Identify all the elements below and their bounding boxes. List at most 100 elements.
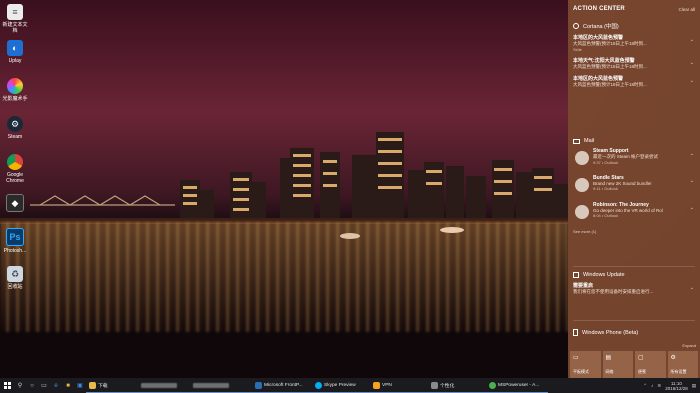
desktop-icon-label: Uplay [8, 58, 22, 64]
chevron-down-icon[interactable]: ⌄ [690, 205, 694, 211]
edge-icon: e [54, 382, 58, 389]
expand-button[interactable]: Expand [682, 343, 696, 348]
recycle-bin-icon: ♻ [7, 266, 23, 282]
chevron-down-icon[interactable]: ⌄ [690, 78, 694, 84]
pinned-store[interactable]: ▣ [74, 378, 86, 393]
app-icon: ◆ [6, 194, 24, 212]
mail-meta: 9:11 • Outlook [593, 186, 618, 191]
mail-header[interactable]: Mail [573, 138, 695, 144]
desktop-icon-chrome[interactable]: Google Chrome [2, 154, 28, 184]
see-more-link[interactable]: See more (1) [573, 229, 695, 234]
avatar [575, 205, 589, 219]
windows-update-notification[interactable]: 需要重启 我们将在您不使用设备时安排重启进行... ⌄ [573, 282, 695, 295]
taskbar-app-downloads[interactable]: 下载 [86, 378, 138, 393]
taskbar-app-blurred[interactable] [138, 378, 190, 393]
notification-body: 大风蓝色预警(预计18日上午18时到... [573, 64, 647, 69]
start-button[interactable] [0, 378, 14, 393]
action-center-icon[interactable]: ▤ [692, 383, 696, 389]
taskbar-app-personalize[interactable]: 个性化 [428, 378, 486, 393]
chevron-down-icon[interactable]: ⌄ [690, 178, 694, 184]
mail-notification[interactable]: Robinson: The Journey Go deeper into the… [573, 202, 695, 229]
taskbar-clock[interactable]: 11:10 2016/12/28 [665, 381, 688, 391]
windows-update-section: Windows Update 需要重启 我们将在您不使用设备时安排重启进行...… [573, 272, 695, 300]
cortana-section: Cortana (中国) 本地区的大风蓝色预警 大风蓝色预警(预计18日上午18… [573, 22, 695, 93]
volume-icon[interactable]: ♪ [651, 383, 653, 388]
chevron-down-icon[interactable]: ⌄ [690, 285, 694, 291]
windows-update-header[interactable]: Windows Update [573, 272, 695, 278]
desktop-icon-app[interactable]: ◆ [2, 194, 28, 214]
cortana-notification[interactable]: 本地区的大风蓝色预警 大风蓝色预警(预计18日上午18时到... Sidle ⌄ [573, 34, 695, 52]
desktop-icon-uplay[interactable]: ◐ Uplay [2, 40, 28, 64]
network-icon[interactable]: ≋ [657, 383, 661, 389]
pinned-explorer[interactable]: ■ [62, 378, 74, 393]
desktop-icon-recycle-bin[interactable]: ♻ 回收站 [2, 266, 28, 290]
cortana-header-label: Cortana (中国) [583, 24, 619, 30]
taskbar-app-label: Microsoft FrontP... [264, 382, 303, 388]
cortana-icon [573, 23, 579, 29]
taskbar-app-label: 下载 [98, 383, 108, 389]
quick-action-note[interactable]: ▢ 便笺 [635, 351, 666, 378]
phone-icon [573, 329, 578, 336]
taskbar-app-blurred[interactable] [190, 378, 252, 393]
clear-all-button[interactable]: Clear all [678, 7, 695, 12]
windows-phone-header-label: Windows Phone (Beta) [582, 329, 639, 336]
taskbar-app-vpn[interactable]: VPN [370, 378, 428, 393]
notification-meta: Sidle [573, 47, 582, 52]
quick-action-label: 网络 [605, 369, 614, 374]
system-tray: ⌃ ♪ ≋ 11:10 2016/12/28 ▤ [643, 381, 700, 391]
desktop-icon-label: Photosh... [3, 248, 27, 254]
action-center-header: ACTION CENTER Clear all [573, 6, 695, 16]
mail-notification[interactable]: Steam Support 最近一次的 Steam 帐户登录尝试 9:37 • … [573, 148, 695, 175]
steam-icon: ⚙ [7, 116, 23, 132]
personalize-icon [431, 381, 438, 389]
chevron-down-icon[interactable]: ⌄ [690, 37, 694, 43]
mail-notification[interactable]: Bundle Stars Brand new 2K Sound bundle! … [573, 175, 695, 202]
taskbar-app-skype[interactable]: Skype Preview [312, 378, 370, 393]
taskbar-app-frontpage[interactable]: Microsoft FrontP... [252, 378, 312, 393]
cortana-notification[interactable]: 本地区的大风蓝色预警 大风蓝色预警(预计18日上午18时到... ⌄ [573, 75, 695, 88]
desktop-wallpaper [0, 0, 568, 378]
mail-meta: 9:37 • Outlook [593, 160, 619, 165]
taskbar-app-chrome[interactable]: MSPoweruser - A... [486, 378, 548, 393]
uplay-icon: ◐ [7, 40, 23, 56]
task-view-icon: ▭ [41, 383, 47, 389]
mail-section: Mail Steam Support 最近一次的 Steam 帐户登录尝试 9:… [573, 138, 695, 234]
notification-body: 大风蓝色预警(预计18日上午18时到... [573, 82, 647, 87]
desktop-icon-steam[interactable]: ⚙ Steam [2, 116, 28, 140]
cortana-icon: ○ [30, 382, 34, 389]
windows-logo-icon [3, 382, 11, 389]
search-button[interactable]: ⚲ [14, 378, 26, 393]
chevron-down-icon[interactable]: ⌄ [690, 151, 694, 157]
store-icon: ▣ [77, 383, 83, 389]
desktop-icon-photoshop[interactable]: Ps Photosh... [2, 228, 28, 254]
cortana-notification[interactable]: 本地天气:沈阳大风蓝色预警 大风蓝色预警(预计18日上午18时到... ⌄ [573, 57, 695, 70]
chevron-down-icon[interactable]: ⌄ [690, 60, 694, 66]
pinned-edge[interactable]: e [50, 378, 62, 393]
windows-phone-header[interactable]: Windows Phone (Beta) [573, 329, 695, 336]
desktop-icon-photo-editor[interactable]: 光影魔术手 [2, 78, 28, 102]
desktop-icon-text-document[interactable]: ≡ 新建文本文档 [2, 4, 28, 34]
cortana-button[interactable]: ○ [26, 378, 38, 393]
avatar [575, 151, 589, 165]
mail-header-label: Mail [584, 138, 595, 144]
app-icon [141, 382, 177, 388]
task-view-button[interactable]: ▭ [38, 378, 50, 393]
divider [573, 266, 695, 267]
desktop-icon-label: 光影魔术手 [2, 96, 28, 102]
notification-title: 本地区的大风蓝色预警 [573, 76, 624, 82]
quick-action-tablet-mode[interactable]: ▭ 平板模式 [570, 351, 601, 378]
action-center-title: ACTION CENTER [573, 6, 625, 12]
notification-title: 本地天气:沈阳大风蓝色预警 [573, 58, 635, 64]
quick-action-network[interactable]: ▤ 网络 [602, 351, 633, 378]
notification-title: 本地区的大风蓝色预警 [573, 35, 624, 41]
quick-actions: ▭ 平板模式 ▤ 网络 ▢ 便笺 ⚙ 所有设置 [568, 351, 700, 378]
taskbar-app-label: 个性化 [440, 383, 455, 389]
chevron-up-icon[interactable]: ⌃ [643, 383, 647, 389]
note-icon: ▢ [638, 355, 644, 361]
taskbar-app-label: MSPoweruser - A... [498, 382, 540, 388]
quick-action-settings[interactable]: ⚙ 所有设置 [667, 351, 698, 378]
cortana-header[interactable]: Cortana (中国) [573, 22, 695, 30]
desktop-icon-label: 回收站 [7, 284, 23, 290]
app-icon [193, 382, 229, 388]
water-reflection [0, 222, 568, 332]
